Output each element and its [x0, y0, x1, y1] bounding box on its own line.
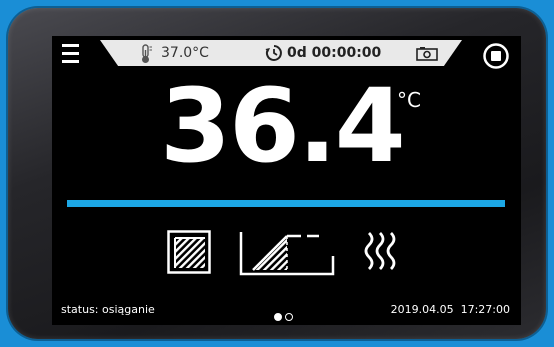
menu-icon[interactable] — [62, 44, 79, 64]
page-dot-2[interactable] — [285, 313, 293, 321]
progress-bar — [67, 200, 505, 207]
status-text: status: osiąganie — [61, 303, 155, 316]
stop-button[interactable] — [483, 43, 509, 69]
top-bar: 37.0°C 0d 00:00:00 — [52, 36, 521, 70]
camera-icon[interactable] — [416, 46, 438, 61]
progress-fill — [67, 200, 505, 207]
current-temperature: 36.4 — [160, 67, 406, 186]
date-text: 2019.04.05 — [390, 303, 454, 316]
thermometer-icon — [142, 44, 152, 63]
touch-screen: 37.0°C 0d 00:00:00 36.4 °C status: osiąg… — [52, 36, 521, 325]
heating-icon[interactable] — [362, 230, 398, 276]
temperature-unit: °C — [397, 88, 421, 112]
time-text: 17:27:00 — [460, 303, 510, 316]
date-time: 2019.04.05 17:27:00 — [391, 303, 510, 316]
chamber-icon[interactable] — [167, 230, 211, 274]
page-indicator — [274, 306, 296, 321]
setpoint-temperature[interactable]: 37.0°C — [161, 45, 209, 61]
timer-readout[interactable]: 0d 00:00:00 — [287, 45, 381, 61]
page-dot-1[interactable] — [274, 313, 282, 321]
ramp-icon[interactable] — [239, 230, 335, 276]
clock-icon — [265, 45, 282, 61]
